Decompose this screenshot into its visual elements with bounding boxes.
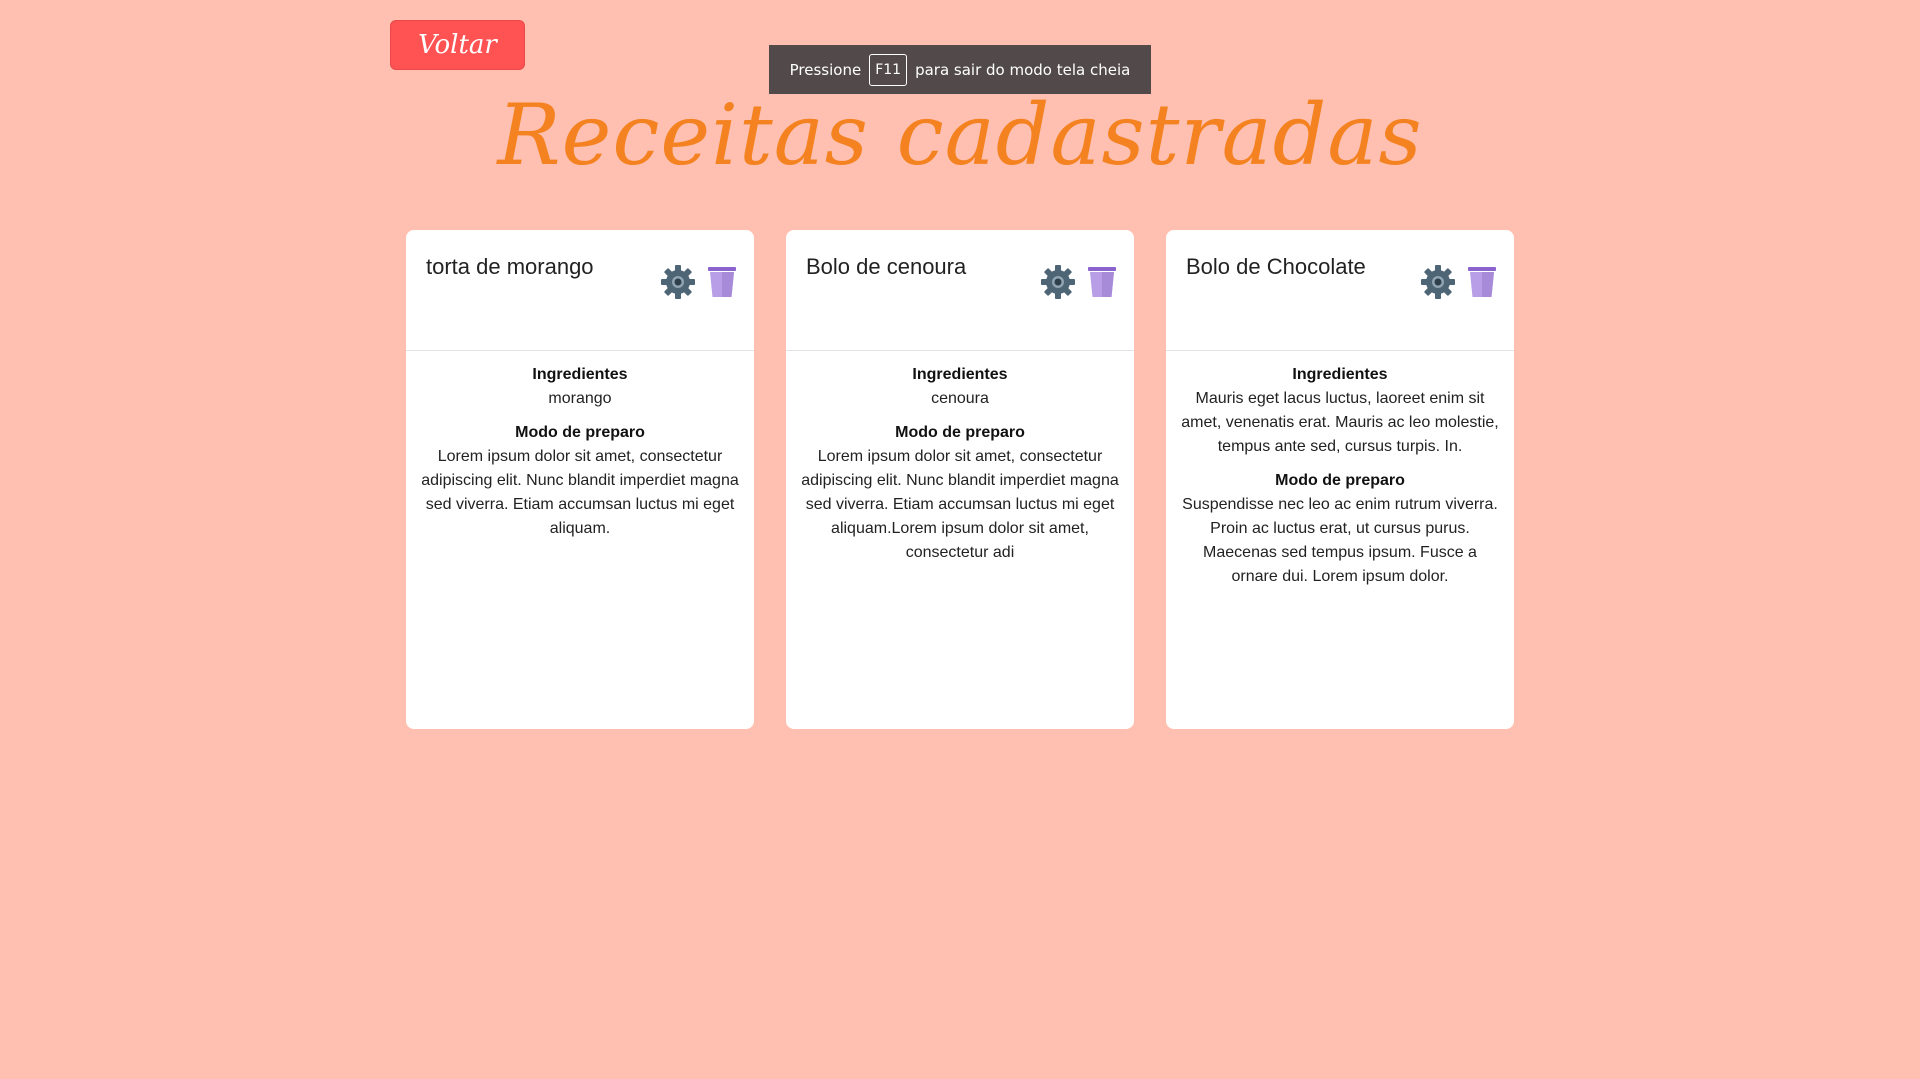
preparation-text: Suspendisse nec leo ac enim rutrum viver… (1182, 496, 1498, 585)
recipe-card: Bolo de cenoura Ingredientes cenoura Mod… (786, 230, 1134, 729)
recipe-card: Bolo de Chocolate Ingredientes Mauris eg… (1166, 230, 1514, 729)
recipe-list: torta de morango Ingredientes morango Mo… (406, 230, 1514, 729)
ingredients-text: cenoura (931, 390, 989, 407)
trash-icon[interactable] (1464, 264, 1500, 300)
ingredients-label: Ingredientes (532, 366, 628, 383)
fullscreen-notice-suffix: para sair do modo tela cheia (915, 60, 1131, 79)
recipe-card-body: Ingredientes morango Modo de preparo Lor… (406, 351, 754, 563)
recipe-actions (1040, 264, 1120, 300)
preparation-label: Modo de preparo (895, 424, 1025, 441)
recipe-actions (1420, 264, 1500, 300)
page: Voltar Pressione F11 para sair do modo t… (0, 0, 1920, 1079)
gear-icon[interactable] (660, 264, 696, 300)
ingredients-label: Ingredientes (912, 366, 1008, 383)
recipe-card-header: torta de morango (406, 230, 754, 351)
recipe-card-header: Bolo de Chocolate (1166, 230, 1514, 351)
recipe-actions (660, 264, 740, 300)
preparation-text: Lorem ipsum dolor sit amet, consectetur … (421, 448, 739, 537)
ingredients-text: morango (548, 390, 612, 407)
page-title: Receitas cadastradas (497, 86, 1423, 184)
fullscreen-notice-prefix: Pressione (789, 60, 862, 79)
recipe-title: Bolo de cenoura (806, 254, 967, 279)
trash-icon[interactable] (1084, 264, 1120, 300)
recipe-card: torta de morango Ingredientes morango Mo… (406, 230, 754, 729)
back-button[interactable]: Voltar (390, 20, 525, 70)
recipe-title: torta de morango (426, 254, 594, 279)
ingredients-text: Mauris eget lacus luctus, laoreet enim s… (1181, 390, 1499, 455)
gear-icon[interactable] (1040, 264, 1076, 300)
preparation-label: Modo de preparo (515, 424, 645, 441)
gear-icon[interactable] (1420, 264, 1456, 300)
ingredients-label: Ingredientes (1292, 366, 1388, 383)
preparation-label: Modo de preparo (1275, 472, 1405, 489)
preparation-text: Lorem ipsum dolor sit amet, consectetur … (801, 448, 1119, 561)
recipe-card-header: Bolo de cenoura (786, 230, 1134, 351)
trash-icon[interactable] (704, 264, 740, 300)
recipe-title: Bolo de Chocolate (1186, 254, 1366, 279)
recipe-card-body: Ingredientes cenoura Modo de preparo Lor… (786, 351, 1134, 587)
recipe-card-body: Ingredientes Mauris eget lacus luctus, l… (1166, 351, 1514, 611)
